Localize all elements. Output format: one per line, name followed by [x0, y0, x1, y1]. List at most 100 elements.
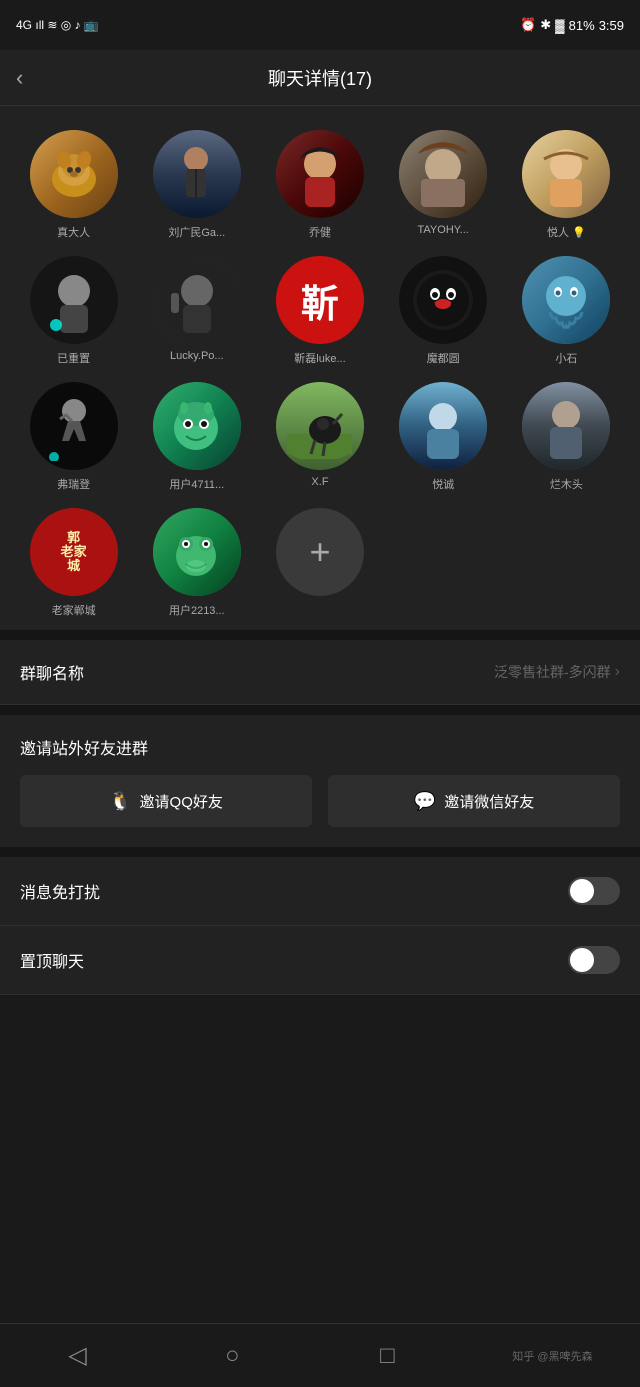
status-right: ⏰ ✱ ▓ 81% 3:59 [520, 17, 624, 33]
member-name: 老家郸城 [30, 602, 118, 618]
divider-2 [0, 705, 640, 715]
member-item[interactable]: 悦人 💡 [509, 130, 624, 240]
avatar [30, 256, 118, 344]
avatar: 郭老家城 [30, 508, 118, 596]
toggle-settings-section: 消息免打扰 置顶聊天 [0, 857, 640, 995]
alarm-icon: ⏰ [520, 17, 536, 33]
member-item[interactable]: 小石 [509, 256, 624, 366]
avatar [522, 256, 610, 344]
mute-toggle[interactable] [568, 877, 620, 905]
member-name: 已重置 [30, 350, 118, 366]
avatar [153, 256, 241, 344]
avatar [153, 382, 241, 470]
member-name: 弗瑞登 [30, 476, 118, 492]
settings-section: 群聊名称 泛零售社群-多闪群 › [0, 640, 640, 705]
avatar [30, 130, 118, 218]
avatar [153, 508, 241, 596]
divider-1 [0, 630, 640, 640]
avatar [276, 130, 364, 218]
avatar [522, 382, 610, 470]
member-name: 乔健 [276, 224, 364, 240]
add-member-item[interactable]: + [262, 508, 377, 618]
member-name: 真大人 [30, 224, 118, 240]
chevron-right-icon: › [615, 663, 620, 681]
member-name: 靳磊luke... [276, 350, 364, 366]
toggle-knob [570, 879, 594, 903]
back-button[interactable]: ‹ [16, 65, 23, 91]
avatar [522, 130, 610, 218]
avatar [276, 382, 364, 470]
pin-label: 置顶聊天 [20, 948, 84, 972]
members-section: 真大人 刘广民Ga... 乔健 TAYO [0, 106, 640, 630]
invite-buttons: 🐧 邀请QQ好友 💬 邀请微信好友 [20, 775, 620, 827]
member-name: 烂木头 [522, 476, 610, 492]
member-item[interactable]: 用户2213... [139, 508, 254, 618]
header: ‹ 聊天详情(17) [0, 50, 640, 106]
avatar [399, 382, 487, 470]
member-name: 用户2213... [153, 602, 241, 618]
invite-wechat-button[interactable]: 💬 邀请微信好友 [328, 775, 620, 827]
back-nav-button[interactable]: ◁ [47, 1336, 107, 1376]
member-name: 魔都圆 [399, 350, 487, 366]
member-item[interactable]: 刘广民Ga... [139, 130, 254, 240]
invite-wechat-label: 邀请微信好友 [444, 791, 534, 812]
member-item[interactable]: TAYOHY... [386, 130, 501, 240]
group-name-row[interactable]: 群聊名称 泛零售社群-多闪群 › [0, 640, 640, 705]
member-item[interactable]: 烂木头 [509, 382, 624, 492]
member-item[interactable]: X.F [262, 382, 377, 492]
plus-icon: + [309, 534, 330, 570]
member-name: 小石 [522, 350, 610, 366]
mute-label: 消息免打扰 [20, 879, 100, 903]
bluetooth-icon: ✱ [540, 17, 551, 33]
signal-indicator: 4G ıll ≋ ◎ ♪ 📺 [16, 18, 99, 32]
avatar [399, 130, 487, 218]
spacer [0, 995, 640, 1075]
member-name: 刘广民Ga... [153, 224, 241, 240]
pin-toggle[interactable] [568, 946, 620, 974]
member-item[interactable]: 乔健 [262, 130, 377, 240]
toggle-knob [570, 948, 594, 972]
pin-row: 置顶聊天 [0, 926, 640, 995]
member-item[interactable]: 弗瑞登 [16, 382, 131, 492]
wechat-icon: 💬 [414, 791, 436, 812]
invite-title: 邀请站外好友进群 [20, 735, 620, 759]
member-item[interactable]: 悦诚 [386, 382, 501, 492]
member-name: 用户4711... [153, 476, 241, 492]
member-item[interactable]: 用户4711... [139, 382, 254, 492]
page-title: 聊天详情(17) [268, 65, 372, 91]
avatar [30, 382, 118, 470]
invite-qq-label: 邀请QQ好友 [140, 791, 223, 812]
recent-nav-button[interactable]: □ [357, 1336, 417, 1376]
group-name-label: 群聊名称 [20, 660, 84, 684]
qq-icon: 🐧 [109, 791, 131, 812]
status-bar: 4G ıll ≋ ◎ ♪ 📺 ⏰ ✱ ▓ 81% 3:59 [0, 0, 640, 50]
battery-percent: 81% [569, 18, 595, 33]
avatar [153, 130, 241, 218]
bottom-nav: ◁ ○ □ 知乎 @黑啤先森 [0, 1323, 640, 1387]
members-grid: 真大人 刘广民Ga... 乔健 TAYO [16, 130, 624, 618]
member-item[interactable]: 魔都圆 [386, 256, 501, 366]
member-item[interactable]: 靳 靳磊luke... [262, 256, 377, 366]
avatar: 靳 [276, 256, 364, 344]
member-name: X.F [276, 476, 364, 488]
add-member-button[interactable]: + [276, 508, 364, 596]
divider-3 [0, 847, 640, 857]
member-item[interactable]: 郭老家城 老家郸城 [16, 508, 131, 618]
group-name-value: 泛零售社群-多闪群 › [494, 662, 620, 682]
member-name: 悦人 💡 [522, 224, 610, 240]
invite-qq-button[interactable]: 🐧 邀请QQ好友 [20, 775, 312, 827]
member-name: Lucky.Po... [153, 350, 241, 362]
member-item[interactable]: 已重置 [16, 256, 131, 366]
group-name-text: 泛零售社群-多闪群 [494, 662, 611, 682]
member-item[interactable]: 真大人 [16, 130, 131, 240]
battery-icon: ▓ [555, 18, 564, 33]
home-nav-button[interactable]: ○ [202, 1336, 262, 1376]
time-display: 3:59 [599, 18, 624, 33]
member-item[interactable]: Lucky.Po... [139, 256, 254, 366]
member-name: 悦诚 [399, 476, 487, 492]
watermark: 知乎 @黑啤先森 [512, 1348, 592, 1364]
avatar [399, 256, 487, 344]
invite-section: 邀请站外好友进群 🐧 邀请QQ好友 💬 邀请微信好友 [0, 715, 640, 847]
member-name: TAYOHY... [399, 224, 487, 236]
mute-row: 消息免打扰 [0, 857, 640, 926]
